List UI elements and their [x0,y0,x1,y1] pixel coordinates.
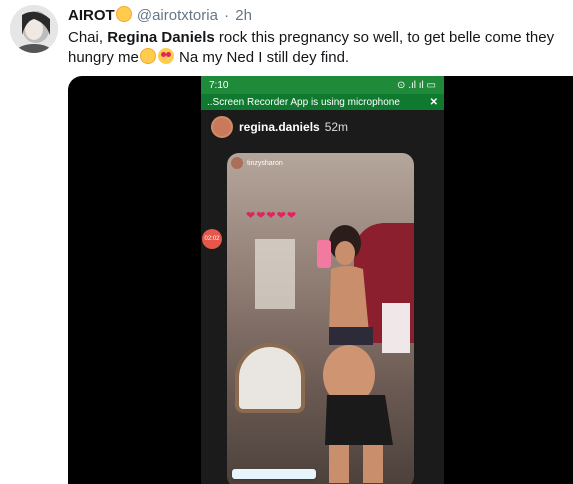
live-user-avatar [211,116,233,138]
video-player[interactable]: 7:10 ⊙ .ıl ıl ▭ ..Screen Recorder App is… [68,76,573,484]
pink-phone [317,240,331,268]
story-user: tinzysharon [231,157,283,169]
user-handle[interactable]: @airotxtoria [137,7,218,24]
window [255,239,295,309]
status-bar: 7:10 ⊙ .ıl ıl ▭ [201,76,444,94]
record-badge: 02:02 [202,229,222,249]
tweet-text-end: Na my Ned I still dey find. [174,49,350,66]
close-icon: ✕ [429,96,438,108]
tweet-header: AIROT @airotxtoria · 2h [68,6,252,24]
live-header: regina.daniels 52m [201,110,444,144]
display-name[interactable]: AIROT [68,7,115,24]
avatar[interactable] [10,5,58,53]
story-avatar [231,157,243,169]
status-icons: ⊙ .ıl ıl ▭ [397,79,436,91]
recorder-notice-bar: ..Screen Recorder App is using microphon… [201,94,444,110]
story-username: tinzysharon [247,159,283,167]
tweet-time[interactable]: 2h [235,7,252,24]
live-username: regina.daniels [239,120,320,134]
mention-link[interactable]: Regina Daniels [107,29,215,46]
tweet-text-start: Chai, [68,29,108,46]
story-frame: tinzysharon ❤❤❤❤❤ [227,153,414,484]
status-time: 7:10 [209,79,229,91]
chair [235,343,305,413]
heart-eyes-icon [157,48,174,64]
tweet-text: Chai, Regina Daniels rock this pregnancy… [68,28,563,68]
separator-dot: · [224,7,230,24]
live-time-ago: 52m [324,120,349,134]
recorder-notice: ..Screen Recorder App is using microphon… [207,96,400,108]
smiling-face-with-hearts-icon [115,6,132,22]
phone-screen: 7:10 ⊙ .ıl ıl ▭ ..Screen Recorder App is… [201,76,444,484]
media-tag-pill[interactable] [232,469,316,479]
smiling-face-with-hearts-icon [139,48,156,64]
hearts-sticker: ❤❤❤❤❤ [246,210,298,222]
